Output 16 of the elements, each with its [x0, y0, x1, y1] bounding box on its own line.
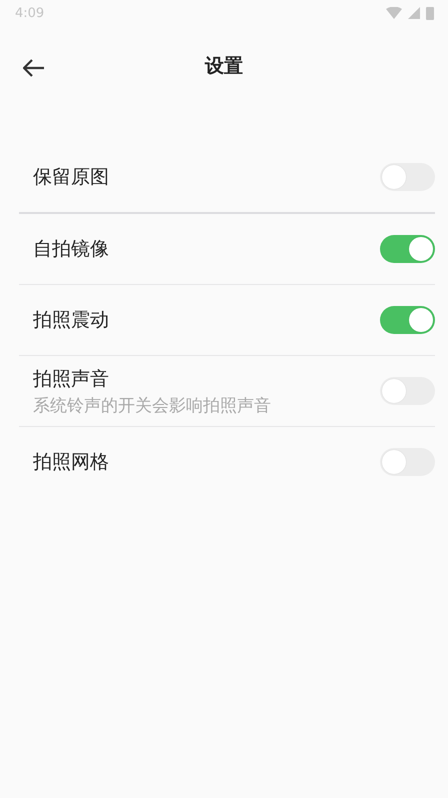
wifi-icon: [386, 7, 402, 19]
page-title: 设置: [205, 54, 243, 79]
back-arrow-icon: [23, 59, 45, 77]
setting-label: 拍照震动: [33, 308, 109, 333]
toggle-switch[interactable]: [380, 235, 435, 263]
setting-label: 拍照网格: [33, 450, 109, 475]
setting-label: 保留原图: [33, 165, 109, 190]
battery-icon: [426, 6, 434, 20]
setting-label: 拍照声音: [33, 366, 110, 392]
toggle-switch[interactable]: [380, 306, 435, 334]
toggle-switch[interactable]: [380, 448, 435, 476]
toggle-switch[interactable]: [380, 163, 435, 191]
setting-label: 自拍镜像: [33, 237, 109, 262]
toggle-switch[interactable]: [380, 377, 435, 405]
setting-description: 系统铃声的开关会影响拍照声音: [33, 394, 271, 416]
signal-icon: [408, 7, 420, 19]
